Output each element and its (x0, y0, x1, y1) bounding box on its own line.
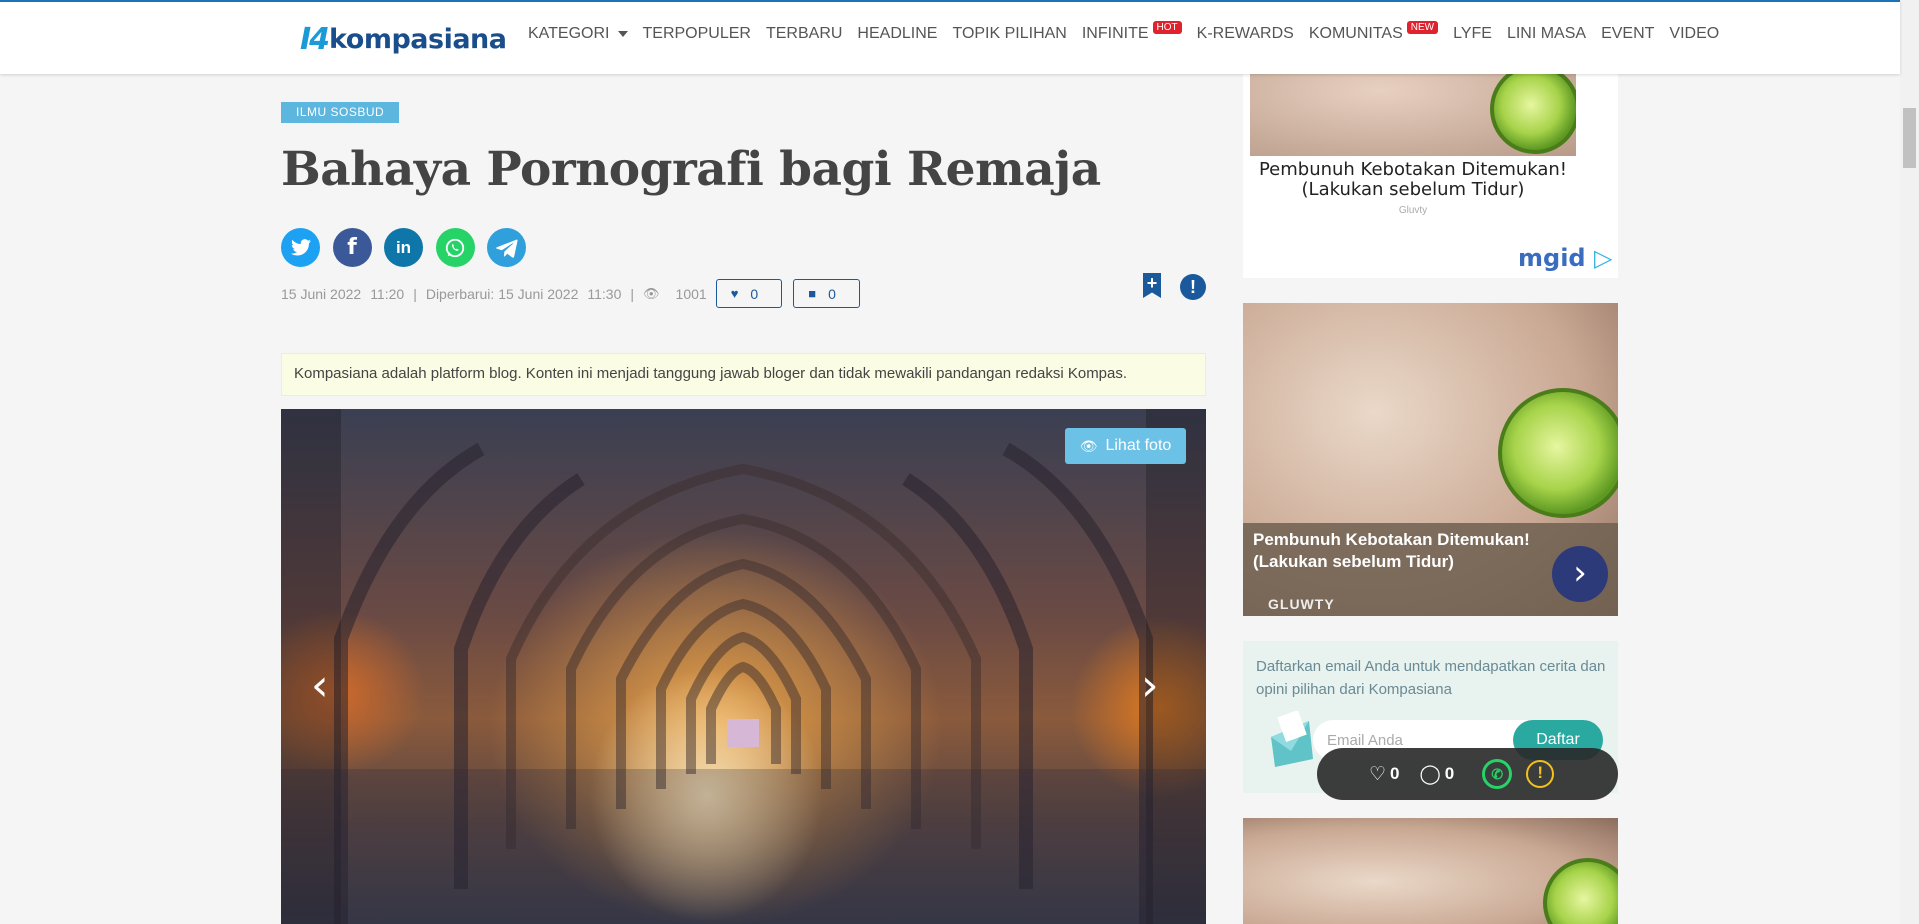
ad-brand: GLUWTY (1268, 596, 1335, 612)
floating-action-bar: ♡ 0 ◯ 0 ✆ ! (1317, 748, 1618, 800)
logo-word: kompasiana (329, 23, 507, 55)
arches-photo (281, 409, 1206, 924)
kompasiana-logo[interactable]: I4 kompasiana (300, 20, 507, 58)
nav-label: KOMUNITAS (1308, 25, 1403, 42)
whatsapp-share-button[interactable] (435, 228, 475, 267)
nav-label: TOPIK PILIHAN (952, 25, 1067, 42)
nav-label: HEADLINE (857, 25, 938, 42)
nav-lyfe[interactable]: LYFE (1453, 25, 1492, 43)
twitter-share-button[interactable] (281, 228, 320, 267)
updated-time: 11:30 (587, 285, 622, 302)
ad-source: Gluvty (1398, 205, 1428, 216)
meta-separator: | (413, 285, 417, 302)
nav-terpopuler[interactable]: TERPOPULER (643, 25, 751, 43)
publish-date: 15 Juni 2022 (281, 285, 362, 302)
comment-icon: ■ (808, 286, 817, 301)
lime-image (1498, 388, 1618, 518)
comment-outline-icon: ◯ (1419, 763, 1441, 785)
lime-image (1543, 858, 1618, 924)
new-badge: NEW (1406, 20, 1439, 34)
eye-icon: 👁 (643, 285, 660, 301)
comment-count: 0 (828, 285, 836, 302)
nav-terbaru[interactable]: TERBARU (766, 25, 842, 43)
like-count: 0 (750, 285, 759, 302)
chevron-down-icon (617, 31, 628, 37)
nav-label: TERPOPULER (642, 25, 751, 42)
mgid-logo[interactable]: mgid ▷ (1518, 244, 1612, 272)
nav-label: INFINITE (1081, 25, 1149, 42)
comment-button[interactable]: ■ 0 (793, 279, 860, 308)
nav-label: EVENT (1601, 25, 1655, 42)
eye-icon: 👁 (1079, 437, 1098, 454)
disclaimer-notice: Kompasiana adalah platform blog. Konten … (281, 353, 1206, 396)
nav-lini-masa[interactable]: LINI MASA (1507, 25, 1586, 43)
float-comment-count: 0 (1444, 764, 1455, 783)
twitter-icon (290, 239, 311, 256)
logo-mark: I4 (300, 21, 330, 57)
updated-date: Diperbarui: 15 Juni 2022 (425, 285, 579, 302)
heart-outline-icon: ♡ (1369, 763, 1387, 785)
chevron-left-icon[interactable]: ‹ (311, 664, 329, 708)
play-icon: ▷ (1593, 244, 1613, 272)
article-image-slider[interactable]: 👁 Lihat foto ‹ › (281, 409, 1206, 924)
report-icon[interactable]: ! (1526, 760, 1555, 788)
bookmark-add-icon[interactable]: + (1143, 273, 1161, 298)
report-icon[interactable]: ! (1180, 274, 1206, 300)
linkedin-share-button[interactable]: in (384, 228, 423, 267)
float-like-button[interactable]: ♡ 0 (1369, 763, 1400, 786)
nav-headline[interactable]: HEADLINE (857, 25, 937, 43)
ad-caption: Pembunuh Kebotakan Ditemukan! (Lakukan s… (1258, 159, 1568, 200)
view-photo-button[interactable]: 👁 Lihat foto (1065, 428, 1186, 464)
nav-label: TERBARU (765, 25, 843, 42)
nav-label: LINI MASA (1506, 25, 1587, 42)
main-nav: KATEGORI TERPOPULER TERBARU HEADLINE TOP… (528, 20, 1734, 46)
view-count: 1001 (675, 285, 707, 302)
sidebar-ad-3[interactable] (1243, 818, 1618, 924)
share-buttons: f in (281, 228, 539, 267)
float-like-count: 0 (1390, 764, 1400, 783)
chevron-right-icon[interactable]: › (1141, 664, 1159, 708)
nav-kategori[interactable]: KATEGORI (528, 25, 628, 43)
linkedin-icon: in (395, 237, 412, 257)
hot-badge: HOT (1152, 20, 1182, 34)
telegram-share-button[interactable] (487, 228, 526, 267)
sidebar-ad-1[interactable]: Pembunuh Kebotakan Ditemukan! (Lakukan s… (1243, 74, 1618, 278)
heart-icon: ♥ (730, 286, 739, 301)
sidebar-ad-2[interactable]: Pembunuh Kebotakan Ditemukan! (Lakukan s… (1243, 303, 1618, 616)
meta-separator: | (630, 285, 635, 302)
nav-video[interactable]: VIDEO (1669, 25, 1719, 43)
telegram-icon (495, 238, 518, 258)
facebook-share-button[interactable]: f (332, 228, 372, 267)
article-meta: 15 Juni 2022 11:20 | Diperbarui: 15 Juni… (281, 279, 871, 308)
subscribe-text: Daftarkan email Anda untuk mendapatkan c… (1256, 658, 1606, 698)
envelope-icon (1271, 711, 1313, 767)
lime-image (1490, 74, 1576, 154)
site-header: I4 kompasiana KATEGORI TERPOPULER TERBAR… (0, 0, 1900, 74)
scrollbar-thumb[interactable] (1903, 108, 1916, 168)
category-tag[interactable]: ILMU SOSBUD (281, 102, 400, 123)
nav-event[interactable]: EVENT (1601, 25, 1654, 43)
nav-topik-pilihan[interactable]: TOPIK PILIHAN (952, 25, 1066, 43)
nav-label: KATEGORI (528, 25, 610, 42)
nav-komunitas[interactable]: KOMUNITAS NEW (1308, 20, 1439, 43)
publish-time: 11:20 (370, 285, 405, 302)
whatsapp-icon[interactable]: ✆ (1482, 759, 1513, 789)
float-comment-button[interactable]: ◯ 0 (1420, 763, 1455, 786)
mgid-label: mgid (1518, 244, 1586, 272)
nav-label: LYFE (1453, 25, 1492, 42)
view-photo-label: Lihat foto (1105, 437, 1172, 454)
ad-image (1250, 74, 1576, 156)
nav-label: VIDEO (1669, 25, 1720, 42)
page-scrollbar[interactable] (1900, 0, 1919, 924)
article-title: Bahaya Pornografi bagi Remaja (281, 142, 1101, 197)
nav-label: K-REWARDS (1196, 25, 1294, 42)
chevron-right-icon[interactable]: › (1552, 546, 1608, 602)
like-button[interactable]: ♥ 0 (715, 279, 783, 308)
nav-infinite[interactable]: INFINITE HOT (1081, 20, 1182, 43)
nav-k-rewards[interactable]: K-REWARDS (1197, 25, 1294, 43)
facebook-icon: f (347, 235, 357, 260)
ad-headline: Pembunuh Kebotakan Ditemukan! (Lakukan s… (1253, 530, 1530, 571)
whatsapp-icon (445, 238, 465, 257)
